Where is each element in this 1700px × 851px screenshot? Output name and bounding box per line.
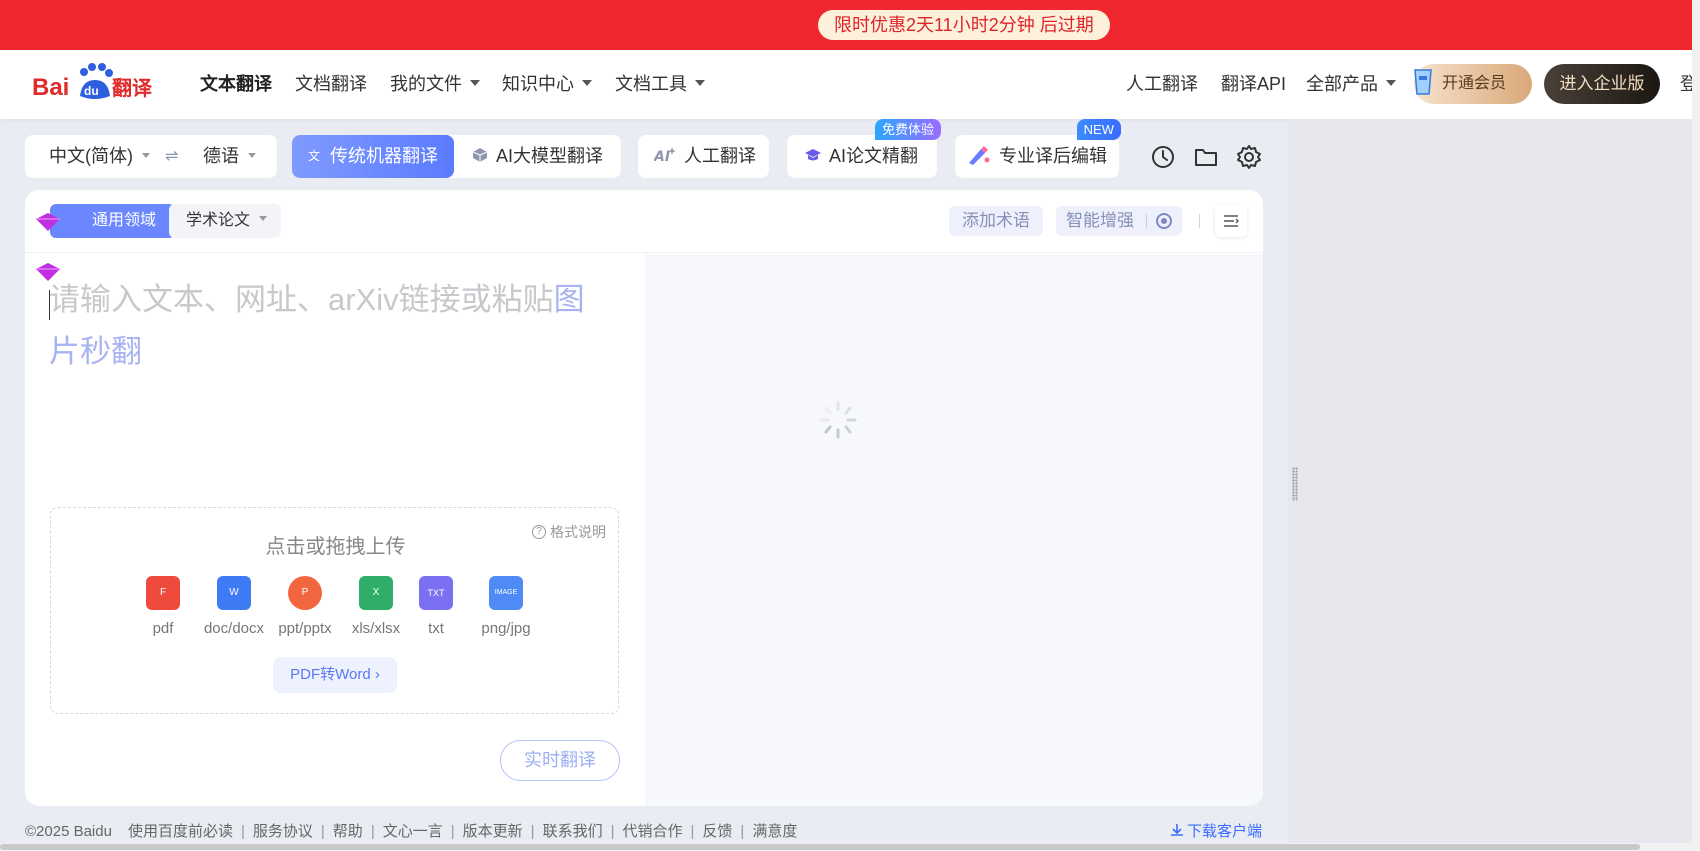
cursor-marker-icon: [36, 263, 60, 281]
target-icon[interactable]: [1156, 213, 1172, 229]
enterprise-button[interactable]: 进入企业版: [1544, 64, 1660, 104]
mode-ai-model-translate[interactable]: AI大模型翻译: [472, 135, 603, 178]
svg-text:du: du: [84, 84, 99, 98]
translate-mode-switch: 文传统机器翻译 AI大模型翻译: [292, 135, 621, 178]
footer-link-wenxin[interactable]: 文心一言: [383, 823, 443, 840]
nav-doc-tools[interactable]: 文档工具: [615, 50, 705, 119]
free-trial-badge: 免费体验: [874, 119, 941, 140]
side-panel: [1288, 119, 1692, 846]
chevron-down-icon: [582, 80, 592, 87]
svg-text:翻译: 翻译: [112, 76, 153, 100]
chevron-down-icon: [695, 80, 705, 87]
align-icon: [1224, 215, 1239, 227]
translate-icon: 文: [308, 148, 320, 162]
language-selector: 中文(简体) ⇌ 德语: [25, 135, 277, 178]
footer-link-updates[interactable]: 版本更新: [463, 823, 523, 840]
layout-toggle-button[interactable]: [1215, 205, 1247, 237]
graduation-cap-icon: [805, 149, 821, 161]
loading-spinner-icon: [819, 401, 857, 439]
ai-paper-translate-chip[interactable]: AI论文精翻 免费体验: [787, 119, 941, 178]
nav-knowledge-center[interactable]: 知识中心: [502, 50, 592, 119]
filetype-ppt: P ppt/pptx: [270, 576, 340, 637]
vip-cup-icon: [1414, 69, 1432, 95]
file-upload-dropzone[interactable]: 点击或拖拽上传 ? 格式说明 F pdf W doc/docx P ppt/ppt…: [50, 507, 619, 714]
nav-translate-api[interactable]: 翻译API: [1221, 50, 1286, 119]
chevron-down-icon: [470, 80, 480, 87]
txt-icon: TXT: [419, 576, 453, 610]
source-placeholder: 请输入文本、网址、arXiv链接或粘贴图片秒翻: [49, 282, 585, 369]
footer-link-help[interactable]: 帮助: [333, 823, 363, 840]
filetype-doc: W doc/docx: [199, 576, 269, 637]
horizontal-scrollbar[interactable]: [0, 843, 1692, 851]
filetype-image: IMAGE png/jpg: [471, 576, 541, 637]
footer-link-feedback[interactable]: 反馈: [702, 823, 732, 840]
card-toolbar: 通用领域 学术论文 添加术语 智能增强: [25, 190, 1263, 253]
excel-icon: X: [359, 576, 393, 610]
nav-all-products[interactable]: 全部产品: [1306, 50, 1396, 119]
divider: [1146, 214, 1147, 228]
nav-human-translate[interactable]: 人工翻译: [1126, 50, 1198, 119]
footer-link-readme[interactable]: 使用百度前必读: [128, 823, 233, 840]
footer-link-service-agreement[interactable]: 服务协议: [253, 823, 313, 840]
divider: [1199, 214, 1200, 228]
human-translate-chip[interactable]: AI 人工翻译: [638, 135, 769, 178]
footer-link-distribution[interactable]: 代销合作: [622, 823, 682, 840]
folder-icon[interactable]: [1193, 144, 1219, 170]
baidu-translate-logo[interactable]: Bai du 翻译: [32, 60, 162, 110]
mode-machine-translate[interactable]: 文传统机器翻译: [292, 135, 454, 178]
format-help-link[interactable]: ? 格式说明: [532, 522, 606, 542]
word-icon: W: [217, 576, 251, 610]
post-edit-chip[interactable]: 专业译后编辑 NEW: [955, 119, 1121, 178]
chevron-down-icon: [259, 216, 268, 222]
target-text-area: [645, 254, 1263, 806]
cursor-marker-icon: [36, 213, 60, 231]
edit-pen-icon: [969, 146, 990, 166]
open-vip-button[interactable]: 开通会员: [1414, 64, 1532, 104]
download-client-link[interactable]: 下载客户端: [1170, 820, 1262, 841]
pdf-to-word-button[interactable]: PDF转Word ›: [273, 657, 397, 693]
nav-my-files[interactable]: 我的文件: [390, 50, 480, 119]
copyright: ©2025 Baidu: [25, 823, 112, 840]
cube-icon: [472, 148, 488, 163]
footer-link-satisfaction[interactable]: 满意度: [752, 823, 797, 840]
resize-handle[interactable]: [1292, 467, 1298, 501]
pdf-icon: F: [146, 576, 180, 610]
vertical-scrollbar[interactable]: [1692, 0, 1700, 851]
nav-text-translate[interactable]: 文本翻译: [200, 50, 272, 119]
settings-icon[interactable]: [1236, 144, 1262, 170]
promo-bar: 限时优惠2天11小时2分钟 后过期: [0, 0, 1700, 50]
login-link[interactable]: 登: [1680, 50, 1692, 119]
chevron-down-icon: [248, 152, 256, 158]
image-icon: IMAGE: [489, 576, 523, 610]
site-footer: ©2025 Baidu 使用百度前必读 | 服务协议 | 帮助 | 文心一言 | 版本更新 | 联系我…: [25, 823, 798, 840]
promo-countdown[interactable]: 限时优惠2天11小时2分钟 后过期: [818, 10, 1110, 40]
chevron-down-icon: [1386, 80, 1396, 87]
scrollbar-thumb[interactable]: [0, 844, 1640, 850]
footer-link-contact[interactable]: 联系我们: [543, 823, 603, 840]
svg-text:AI: AI: [654, 149, 670, 164]
swap-languages-icon[interactable]: ⇌: [165, 135, 178, 178]
domain-academic-select[interactable]: 学术论文: [169, 204, 281, 238]
help-icon: ?: [532, 525, 546, 540]
ppt-icon: P: [288, 576, 322, 610]
add-term-button[interactable]: 添加术语: [949, 206, 1043, 236]
nav-doc-translate[interactable]: 文档翻译: [295, 50, 367, 119]
chevron-down-icon: [142, 152, 150, 158]
download-icon: [1171, 824, 1183, 836]
filetype-pdf: F pdf: [128, 576, 198, 637]
svg-text:文: 文: [308, 148, 320, 162]
ai-sparkle-icon: AI: [654, 147, 676, 164]
svg-text:Bai: Bai: [32, 74, 69, 101]
source-language-select[interactable]: 中文(简体): [49, 135, 150, 178]
smart-enhance-button[interactable]: 智能增强: [1056, 206, 1182, 236]
site-header: Bai du 翻译 文本翻译 文档翻译 我的文件 知识中心 文档工具 人工翻译 …: [0, 50, 1692, 119]
history-icon[interactable]: [1150, 144, 1176, 170]
text-cursor: [49, 290, 50, 320]
realtime-translate-button[interactable]: 实时翻译: [500, 740, 620, 781]
domain-general-tab[interactable]: 通用领域: [50, 204, 175, 238]
target-language-select[interactable]: 德语: [203, 135, 256, 178]
filetype-txt: TXT txt: [401, 576, 471, 637]
new-badge: NEW: [1076, 119, 1121, 140]
